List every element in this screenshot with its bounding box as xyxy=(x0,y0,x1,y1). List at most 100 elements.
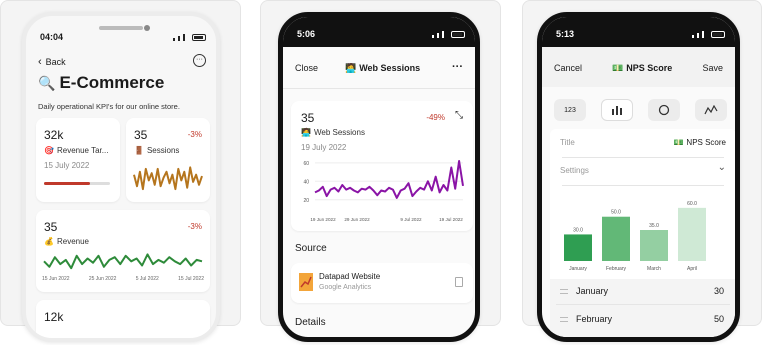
divider xyxy=(556,304,730,305)
kpi-card-revenue-target[interactable]: 32k 🎯 Revenue Tar... 15 July 2022 xyxy=(36,118,120,202)
kpi-label: 💰 Revenue xyxy=(44,237,89,246)
source-sub: Google Analytics xyxy=(319,284,372,291)
source-item[interactable]: Datapad Website Google Analytics xyxy=(291,263,473,303)
y-tick-label: 40 xyxy=(303,179,309,185)
category-label: March xyxy=(647,266,661,272)
x-tick-label: 9 Jul 2022 xyxy=(400,217,422,222)
camera-dot xyxy=(144,25,150,31)
x-tick-label: 19 Jun 2022 xyxy=(310,217,336,222)
kpi-change: -3% xyxy=(187,130,202,139)
battery-icon xyxy=(451,31,465,38)
x-tick: 25 Jun 2022 xyxy=(88,276,117,282)
bar xyxy=(602,216,630,261)
chevron-down-icon[interactable]: ⌄ xyxy=(718,162,726,173)
divider xyxy=(562,157,724,158)
more-icon[interactable]: ··· xyxy=(452,61,463,73)
progress-fill xyxy=(44,182,91,185)
phone-ecommerce: 04:04 ‹ Back ··· 🔍 E-Commerce Daily oper… xyxy=(22,12,220,342)
kpi-value: 35 xyxy=(44,220,58,234)
x-tick: 5 Jul 2022 xyxy=(135,276,159,282)
nav-bar: Close 🧑‍💻 Web Sessions ··· xyxy=(283,47,475,89)
kpi-card-revenue[interactable]: 35 -3% 💰 Revenue 15 Jun 2022 25 Jun 2022 … xyxy=(36,210,210,292)
kpi-card-4[interactable]: 12k xyxy=(36,300,210,338)
bar-value-label: 60.0 xyxy=(687,201,697,207)
bar-value-label: 35.0 xyxy=(649,223,659,229)
drag-handle-icon[interactable] xyxy=(560,317,568,322)
y-tick-label: 20 xyxy=(303,198,309,204)
drag-handle-icon[interactable] xyxy=(560,289,568,294)
magnifier-emoji-icon: 🔍 xyxy=(38,74,56,91)
details-heading: Details xyxy=(295,317,326,328)
nav-title: 💵 NPS Score xyxy=(612,63,673,73)
tab-number[interactable]: 123 xyxy=(554,99,586,121)
status-bar: 5:06 xyxy=(283,17,475,47)
kpi-value: 12k xyxy=(44,310,64,324)
tab-ring[interactable] xyxy=(648,99,680,121)
editor-panel: Title 💵 NPS Score Settings ⌄ 30.0 January 5… xyxy=(550,129,735,337)
kpi-value: 35 xyxy=(134,128,148,142)
phone-web-sessions: 5:06 Close 🧑‍💻 Web Sessions ··· 35 -49% ⤡… xyxy=(278,12,480,342)
row-value[interactable]: 30 xyxy=(714,286,724,296)
x-tick: 15 Jul 2022 xyxy=(178,276,204,282)
status-icons xyxy=(173,34,206,41)
tab-bar-chart[interactable] xyxy=(601,99,633,121)
money-bag-icon: 💰 xyxy=(44,237,54,246)
bar xyxy=(640,230,668,261)
progress-track xyxy=(44,182,110,185)
tab-line[interactable] xyxy=(695,99,727,121)
x-tick-label: 19 Jul 2022 xyxy=(439,217,463,222)
revenue-sparkline xyxy=(43,253,203,270)
divider xyxy=(562,185,724,186)
row-label: February xyxy=(576,314,613,324)
x-tick: 15 Jun 2022 xyxy=(42,276,70,282)
screenshot-stage: 04:04 ‹ Back ··· 🔍 E-Commerce Daily oper… xyxy=(0,0,768,345)
phone-nps-score: 5:13 Cancel 💵 NPS Score Save 123 Title 💵… xyxy=(537,12,740,342)
bar-value-label: 50.0 xyxy=(611,210,621,216)
kpi-value: 32k xyxy=(44,128,64,142)
row-value[interactable]: 50 xyxy=(714,314,724,324)
kpi-value: 35 xyxy=(301,111,315,125)
kpi-date: 19 July 2022 xyxy=(301,143,347,152)
line-chart-icon xyxy=(704,105,718,115)
page-title: 🔍 E-Commerce xyxy=(38,73,165,92)
status-time: 04:04 xyxy=(40,32,64,42)
document-icon[interactable] xyxy=(455,277,463,287)
sessions-series-line xyxy=(314,160,464,199)
cancel-button[interactable]: Cancel xyxy=(554,63,582,73)
title-field[interactable]: 💵 NPS Score xyxy=(673,138,726,147)
expand-icon[interactable]: ⤡ xyxy=(455,110,463,121)
sessions-line xyxy=(133,166,203,191)
source-heading: Source xyxy=(295,243,327,254)
settings-label: Settings xyxy=(560,166,589,175)
status-icons xyxy=(432,31,465,38)
battery-icon xyxy=(192,34,206,41)
save-button[interactable]: Save xyxy=(702,63,723,73)
door-icon: 🚪 xyxy=(134,146,144,155)
money-icon: 💵 xyxy=(612,63,624,73)
title-field-label: Title xyxy=(560,138,575,147)
nav-bar: Cancel 💵 NPS Score Save xyxy=(542,47,735,87)
category-label: January xyxy=(569,266,587,272)
ring-chart-icon xyxy=(658,104,670,116)
revenue-line xyxy=(43,253,203,270)
back-button[interactable]: ‹ Back xyxy=(38,56,66,68)
battery-icon xyxy=(711,31,725,38)
more-options-icon[interactable]: ··· xyxy=(193,54,206,67)
x-tick-label: 29 Jun 2022 xyxy=(344,217,370,222)
kpi-card-sessions[interactable]: 35 -3% 🚪 Sessions xyxy=(126,118,210,202)
row-label: January xyxy=(576,286,609,296)
web-sessions-card: 35 -49% ⤡ 🧑‍💻 Web Sessions 19 July 2022 2… xyxy=(291,101,473,231)
bar xyxy=(564,234,592,261)
source-name: Datapad Website xyxy=(319,272,381,281)
close-button[interactable]: Close xyxy=(295,63,318,73)
data-rows: January 30 February 50 xyxy=(550,279,735,337)
bar-chart-icon xyxy=(612,106,622,115)
status-icons xyxy=(692,31,725,38)
bar xyxy=(678,207,706,261)
revenue-x-axis: 15 Jun 2022 25 Jun 2022 5 Jul 2022 15 Ju… xyxy=(42,276,204,282)
speaker-notch xyxy=(99,26,143,30)
person-laptop-icon: 🧑‍💻 xyxy=(301,128,311,137)
status-bar: 5:13 xyxy=(542,17,735,47)
page-subtitle: Daily operational KPI's for our online s… xyxy=(38,102,180,111)
web-sessions-chart: 20 40 60 19 Jun 2022 29 Jun 2022 9 Jul 2022 19… xyxy=(303,160,464,222)
